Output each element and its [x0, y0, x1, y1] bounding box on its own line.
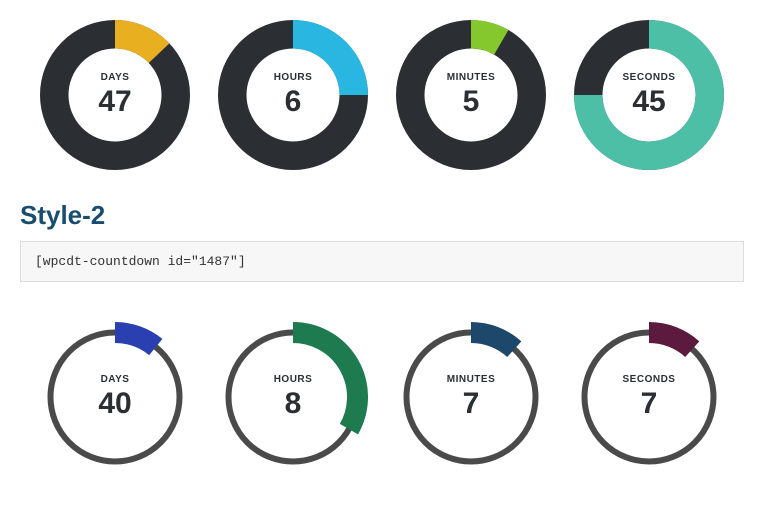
gauge2-seconds-ring: [574, 322, 724, 472]
gauge-days-ring: [40, 20, 190, 170]
gauge2-minutes: MINUTES 7: [396, 322, 546, 472]
gauge2-seconds: SECONDS 7: [574, 322, 724, 472]
gauge2-hours-ring: [218, 322, 368, 472]
gauge-minutes-ring: [396, 20, 546, 170]
countdown-style1-row: DAYS 47 HOURS 6 MINUTES 5 SECONDS 45: [20, 20, 744, 170]
gauge-minutes: MINUTES 5: [396, 20, 546, 170]
gauge2-hours: HOURS 8: [218, 322, 368, 472]
style2-heading: Style-2: [20, 200, 744, 231]
gauge2-minutes-ring: [396, 322, 546, 472]
shortcode-box[interactable]: [wpcdt-countdown id="1487"]: [20, 241, 744, 282]
gauge-days: DAYS 47: [40, 20, 190, 170]
countdown-style2-row: DAYS 40 HOURS 8 MINUTES 7 SECONDS 7: [20, 322, 744, 472]
gauge2-days-ring: [40, 322, 190, 472]
gauge2-days: DAYS 40: [40, 322, 190, 472]
gauge-hours-ring: [218, 20, 368, 170]
gauge-seconds: SECONDS 45: [574, 20, 724, 170]
gauge-hours: HOURS 6: [218, 20, 368, 170]
gauge-seconds-ring: [574, 20, 724, 170]
